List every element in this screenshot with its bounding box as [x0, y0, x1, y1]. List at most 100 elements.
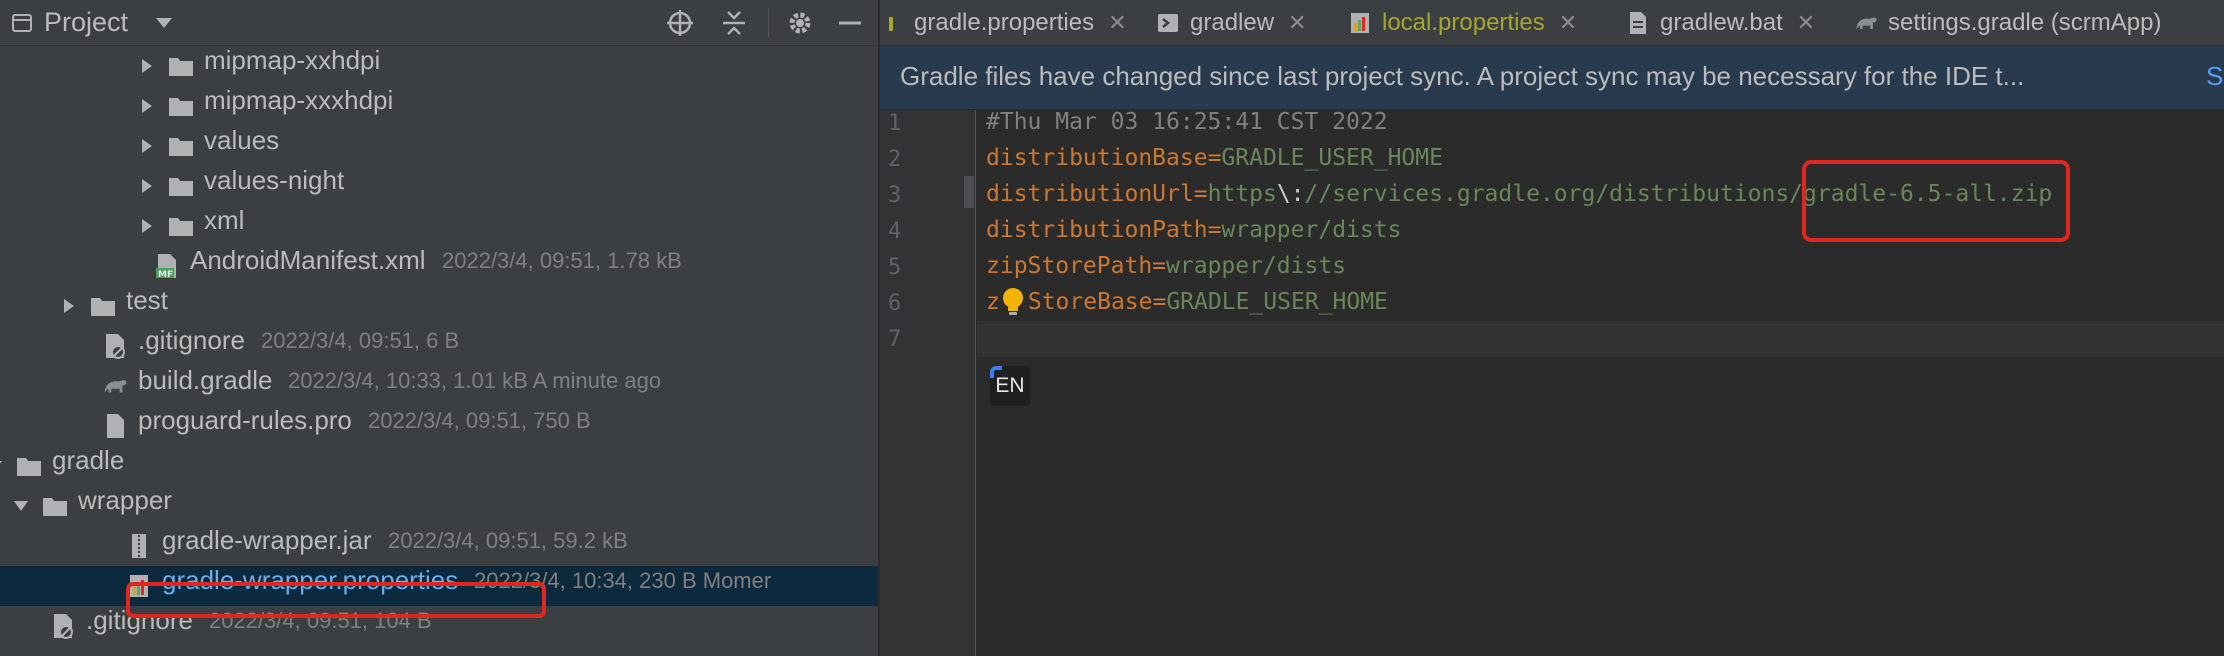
tree-item-label: test — [126, 285, 168, 315]
property-value: GRADLE_USER_HOME — [1166, 289, 1388, 315]
code-line-6: z StoreBase=GRADLE_USER_HOME — [986, 289, 1388, 315]
tab-local-properties[interactable]: local.properties ✕ — [1348, 0, 1577, 45]
folder-icon — [168, 133, 194, 159]
tab-label: gradlew — [1190, 9, 1275, 36]
properties-icon — [880, 11, 904, 35]
jar-icon — [126, 533, 152, 559]
tab-gradlew-bat[interactable]: gradlew.bat ✕ — [1626, 0, 1815, 45]
property-key: StoreBase — [1027, 289, 1153, 315]
project-panel-title[interactable]: Project — [44, 7, 128, 38]
equals-sign: = — [1152, 289, 1167, 315]
chevron-down-icon[interactable] — [12, 497, 30, 515]
tree-item-label: values-night — [204, 165, 345, 195]
tree-item-meta: 2022/3/4, 09:51, 750 B — [368, 408, 591, 433]
chevron-right-icon[interactable] — [60, 297, 78, 315]
tree-row[interactable]: .gitignore 2022/3/4, 09:51, 6 B — [0, 325, 878, 366]
chevron-right-icon[interactable] — [138, 137, 156, 155]
ime-accent — [990, 366, 1002, 378]
code-line-4: distributionPath=wrapper/dists — [986, 217, 1401, 243]
equals-sign: = — [1207, 217, 1222, 243]
current-line-highlight — [977, 321, 2224, 357]
tab-label: local.properties — [1382, 9, 1545, 36]
tree-row[interactable]: test — [0, 285, 878, 326]
close-icon[interactable]: ✕ — [1559, 10, 1577, 36]
tree-row[interactable]: wrapper — [0, 485, 878, 526]
tab-label: settings.gradle (scrmApp) — [1888, 9, 2162, 36]
tree-item-label: mipmap-xxxhdpi — [204, 85, 394, 115]
tree-item-meta: 2022/3/4, 09:51, 1.78 kB — [442, 248, 682, 273]
gitignore-icon — [102, 333, 128, 359]
chevron-right-icon[interactable] — [138, 177, 156, 195]
code-line-2: distributionBase=GRADLE_USER_HOME — [986, 145, 1443, 171]
project-panel-header: Project — [0, 0, 878, 46]
tree-item-label: build.gradle — [138, 365, 273, 395]
gear-icon[interactable] — [786, 9, 814, 37]
chevron-down-icon[interactable] — [0, 457, 4, 475]
folder-icon — [168, 213, 194, 239]
chevron-right-icon[interactable] — [138, 57, 156, 75]
tree-row[interactable]: proguard-rules.pro 2022/3/4, 09:51, 750 B — [0, 405, 878, 446]
property-value: https — [1207, 181, 1277, 207]
project-view-icon[interactable] — [8, 9, 36, 37]
tree-row[interactable]: mipmap-xxhdpi — [0, 45, 878, 86]
tab-gradle-properties[interactable]: gradle.properties ✕ — [880, 0, 1127, 45]
folder-icon — [168, 173, 194, 199]
close-icon[interactable]: ✕ — [1797, 10, 1815, 36]
close-icon[interactable]: ✕ — [1108, 10, 1126, 36]
tree-item-label: gradle — [52, 445, 125, 475]
sync-now-link[interactable]: S — [2206, 61, 2223, 92]
project-panel: Project mipmap-xxhdpi mipmap-xxxhdpi value… — [0, 0, 878, 656]
locate-target-icon[interactable] — [666, 9, 694, 37]
line-number: 7 — [888, 327, 902, 352]
folder-icon — [90, 293, 116, 319]
folder-icon — [42, 493, 68, 519]
minimize-icon[interactable] — [836, 9, 864, 37]
chevron-down-icon[interactable] — [150, 9, 178, 37]
chevron-right-icon[interactable] — [138, 97, 156, 115]
lightbulb-icon[interactable] — [1000, 287, 1026, 317]
tree-item-label: mipmap-xxhdpi — [204, 45, 381, 75]
tab-gradlew[interactable]: gradlew ✕ — [1156, 0, 1306, 45]
line-number: 1 — [888, 111, 902, 136]
tree-item-meta: 2022/3/4, 09:51, 59.2 kB — [388, 528, 628, 553]
editor-tabs: gradle.properties ✕ gradlew ✕ local.prop… — [880, 0, 2224, 46]
collapse-all-icon[interactable] — [720, 9, 748, 37]
annotation-highlight-box — [1802, 160, 2070, 242]
banner-message: Gradle files have changed since last pro… — [900, 61, 2025, 91]
tree-item-label: values — [204, 125, 280, 155]
terminal-icon — [1156, 11, 1180, 35]
tree-item-label: gradle-wrapper.jar — [162, 525, 372, 555]
tree-row[interactable]: values — [0, 125, 878, 166]
code-line-1: #Thu Mar 03 16:25:41 CST 2022 — [986, 109, 1388, 135]
tree-row[interactable]: MF AndroidManifest.xml 2022/3/4, 09:51, 1.… — [0, 245, 878, 286]
property-key: zipStorePath — [986, 253, 1153, 279]
tree-row[interactable]: gradle-wrapper.jar 2022/3/4, 09:51, 59.2 … — [0, 525, 878, 566]
tree-row[interactable]: values-night — [0, 165, 878, 206]
changed-line-marker — [964, 176, 974, 208]
line-number: 6 — [888, 291, 902, 316]
tree-item-label: xml — [204, 205, 245, 235]
tab-settings-gradle[interactable]: settings.gradle (scrmApp) — [1854, 0, 2162, 45]
property-key: z — [986, 289, 1000, 315]
tree-row[interactable]: mipmap-xxxhdpi — [0, 85, 878, 126]
chevron-right-icon[interactable] — [138, 217, 156, 235]
tree-row[interactable]: xml — [0, 205, 878, 246]
equals-sign: = — [1152, 253, 1167, 279]
property-value: GRADLE_USER_HOME — [1221, 145, 1443, 171]
tree-row[interactable]: build.gradle 2022/3/4, 10:33, 1.01 kB A m… — [0, 365, 878, 406]
folder-icon — [168, 93, 194, 119]
line-number: 4 — [888, 219, 902, 244]
equals-sign: = — [1207, 145, 1222, 171]
tree-row[interactable]: gradle — [0, 445, 878, 486]
file-icon — [1626, 11, 1650, 35]
annotation-highlight-box — [126, 582, 546, 618]
property-value: wrapper/dists — [1166, 253, 1347, 279]
tab-label: gradle.properties — [914, 9, 1095, 36]
file-icon — [102, 413, 128, 439]
property-key: distributionUrl — [986, 181, 1194, 207]
folder-icon — [16, 453, 42, 479]
property-key: distributionPath — [986, 217, 1208, 243]
close-icon[interactable]: ✕ — [1288, 10, 1306, 36]
equals-sign: = — [1193, 181, 1208, 207]
tab-label: gradlew.bat — [1660, 9, 1783, 36]
